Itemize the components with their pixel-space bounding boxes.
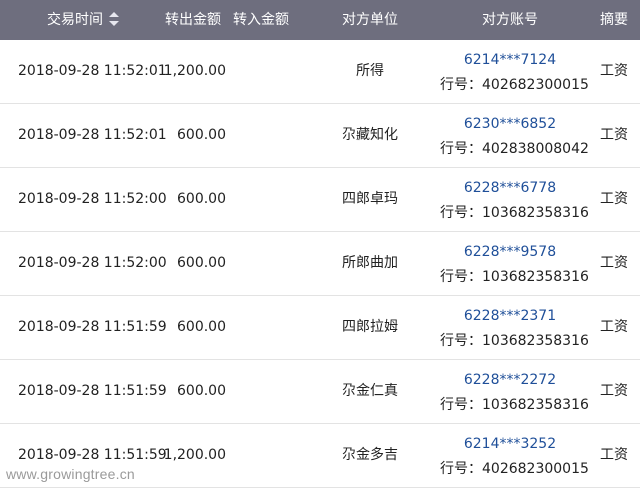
- cell-party: 所郎曲加: [342, 255, 398, 271]
- cell-bank-number: 行号：402682300015: [440, 77, 589, 93]
- cell-in-amount: [232, 296, 292, 359]
- account-link[interactable]: 6228***2272: [440, 371, 580, 389]
- cell-time: 2018-09-28 11:52:00: [18, 255, 167, 271]
- cell-party: 尕金多吉: [342, 447, 398, 463]
- cell-memo: 工资: [600, 255, 628, 271]
- sort-updown-icon[interactable]: [109, 12, 119, 26]
- account-link[interactable]: 6214***7124: [440, 51, 580, 69]
- cell-bank-number: 行号：103682358316: [440, 205, 589, 221]
- cell-memo: 工资: [600, 191, 628, 207]
- cell-memo: 工资: [600, 127, 628, 143]
- cell-in-amount: [232, 424, 292, 487]
- account-link[interactable]: 6230***6852: [440, 115, 580, 133]
- table-row[interactable]: 2018-09-28 11:52:00 600.00 四郎卓玛 6228***6…: [0, 168, 640, 232]
- column-header-in-amount: 转入金额: [233, 12, 289, 28]
- cell-out-amount: 600.00: [177, 319, 226, 335]
- cell-in-amount: [232, 40, 292, 103]
- table-row[interactable]: 2018-09-28 11:52:01 1,200.00 所得 6214***7…: [0, 40, 640, 104]
- cell-bank-number: 行号：103682358316: [440, 397, 589, 413]
- cell-time: 2018-09-28 11:51:59: [18, 319, 167, 335]
- table-row[interactable]: 2018-09-28 11:51:59 600.00 四郎拉姆 6228***2…: [0, 296, 640, 360]
- account-link[interactable]: 6228***9578: [440, 243, 580, 261]
- cell-out-amount: 600.00: [177, 383, 226, 399]
- account-link[interactable]: 6214***3252: [440, 435, 580, 453]
- cell-bank-number: 行号：103682358316: [440, 269, 589, 285]
- cell-in-amount: [232, 168, 292, 231]
- cell-time: 2018-09-28 11:52:01: [18, 63, 167, 79]
- column-header-time[interactable]: 交易时间: [28, 0, 138, 40]
- table-row[interactable]: 2018-09-28 11:51:59 600.00 尕金仁真 6228***2…: [0, 360, 640, 424]
- cell-party: 尕金仁真: [342, 383, 398, 399]
- cell-out-amount: 1,200.00: [163, 447, 226, 463]
- cell-out-amount: 600.00: [177, 127, 226, 143]
- column-header-account: 对方账号: [482, 12, 538, 28]
- cell-in-amount: [232, 360, 292, 423]
- cell-party: 所得: [356, 63, 384, 79]
- cell-time: 2018-09-28 11:52:01: [18, 127, 167, 143]
- table-row[interactable]: 2018-09-28 11:52:01 600.00 尕藏知化 6230***6…: [0, 104, 640, 168]
- cell-memo: 工资: [600, 383, 628, 399]
- column-header-out-amount: 转出金额: [165, 12, 221, 28]
- column-header-party: 对方单位: [342, 12, 398, 28]
- account-link[interactable]: 6228***6778: [440, 179, 580, 197]
- cell-in-amount: [232, 104, 292, 167]
- cell-out-amount: 1,200.00: [163, 63, 226, 79]
- cell-in-amount: [232, 232, 292, 295]
- table-row[interactable]: 2018-09-28 11:52:00 600.00 所郎曲加 6228***9…: [0, 232, 640, 296]
- table-header: 交易时间 转出金额 转入金额 对方单位 对方账号 摘要: [0, 0, 640, 40]
- cell-time: 2018-09-28 11:52:00: [18, 191, 167, 207]
- cell-memo: 工资: [600, 319, 628, 335]
- column-header-memo: 摘要: [600, 12, 628, 28]
- cell-party: 四郎拉姆: [342, 319, 398, 335]
- cell-bank-number: 行号：103682358316: [440, 333, 589, 349]
- cell-party: 四郎卓玛: [342, 191, 398, 207]
- cell-party: 尕藏知化: [342, 127, 398, 143]
- cell-bank-number: 行号：402838008042: [440, 141, 589, 157]
- cell-memo: 工资: [600, 63, 628, 79]
- cell-bank-number: 行号：402682300015: [440, 461, 589, 477]
- cell-memo: 工资: [600, 447, 628, 463]
- cell-time: 2018-09-28 11:51:59: [18, 383, 167, 399]
- cell-out-amount: 600.00: [177, 191, 226, 207]
- cell-out-amount: 600.00: [177, 255, 226, 271]
- column-header-time-label: 交易时间: [47, 12, 103, 28]
- watermark: www.growingtree.cn: [6, 466, 135, 482]
- account-link[interactable]: 6228***2371: [440, 307, 580, 325]
